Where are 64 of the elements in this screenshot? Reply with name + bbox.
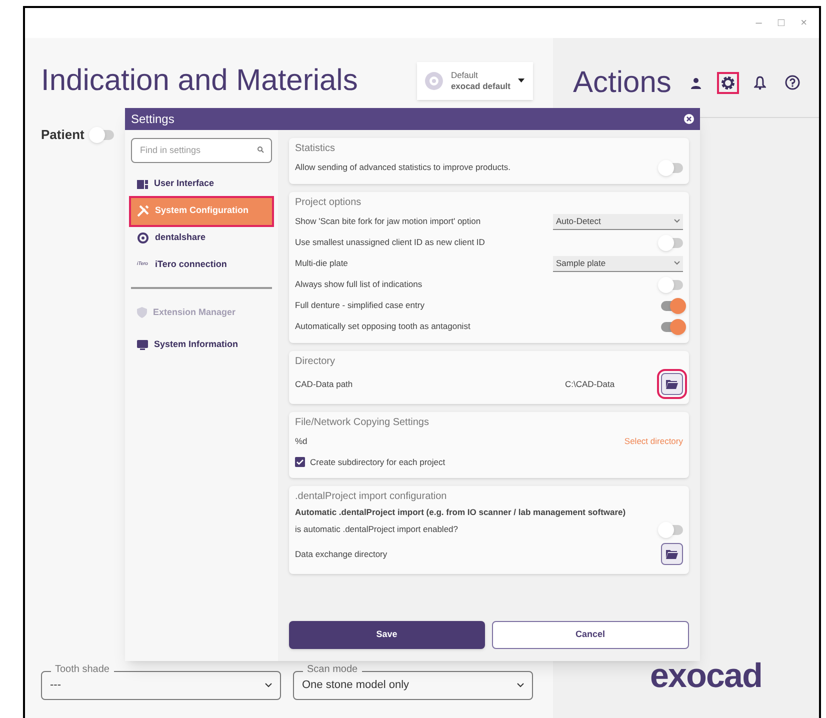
chevron-icon [517,683,524,688]
save-button[interactable]: Save [289,621,484,649]
chevron-icon [674,261,680,265]
setting-label: Create subdirectory for each project [310,456,446,468]
toggle-switch[interactable] [661,280,683,290]
shield-icon [137,307,147,318]
logo: exocad [650,656,762,697]
nav-item[interactable]: dentalshare [131,224,272,252]
toggle-switch[interactable] [661,322,683,332]
setting-label: Automatic .dentalProject import (e.g. from IO scanner / lab management software) [295,506,626,518]
toggle-switch[interactable] [661,300,683,310]
search-icon [257,146,264,153]
path-value: C:\CAD-Data [565,378,616,390]
settings-icon [720,74,736,90]
toggle-switch[interactable] [661,162,683,172]
profile-dropdown[interactable]: Default exocad default [417,62,533,100]
toggle-switch[interactable] [661,238,683,248]
check-icon [296,459,304,465]
nav-item[interactable]: System Information [131,328,272,360]
toggle-switch[interactable] [661,524,683,534]
setting-label: Automatically set opposing tooth as antagonist [295,320,470,333]
field-value: One stone model only [302,678,410,694]
page-title: Indication and Materials [41,63,359,99]
layout-icon [137,180,148,188]
toolbar-button[interactable] [717,72,739,94]
select-field[interactable]: Auto-Detect [553,214,683,230]
chevron-icon [674,219,680,223]
section-title: .dentalProject import configuration [295,490,448,504]
setting-label: is automatic .dentalProject import enabled? [295,523,458,536]
checkbox[interactable] [295,457,305,467]
select-field[interactable]: Sample plate [553,256,683,272]
section-title: File/Network Copying Settings [295,416,430,430]
chevron-icon [265,683,272,688]
folder-icon [666,549,678,559]
caret-icon [518,78,525,83]
actions-title: Actions [573,65,672,101]
toggle-switch[interactable] [92,130,114,140]
folder-icon [666,379,678,389]
setting-label: Data exchange directory [295,548,388,560]
setting-label: Show 'Scan bite fork for jaw motion import' option [295,215,481,228]
setting-label: Always show full list of indications [295,278,422,291]
section-title: Statistics [295,142,336,156]
close-icon[interactable] [684,114,694,124]
setting-label: CAD-Data path [295,378,353,390]
profile-name: Default [450,70,479,80]
section-title: Directory [295,355,336,369]
setting-label: Full denture - simplified case entry [295,299,424,312]
folder-button[interactable] [661,543,683,565]
section-title: Project options [295,196,362,210]
search-field[interactable]: Find in settings [131,138,272,162]
person-icon [690,76,702,88]
dialog-title: Settings [131,111,174,128]
profile-subtitle: exocad default [450,80,510,92]
patient-label: Patient [41,126,84,144]
nav-item[interactable]: User Interface [131,170,272,198]
help-icon [784,75,800,90]
setting-label: Allow sending of advanced statistics to improve products. [295,161,510,174]
cancel-button[interactable]: Cancel [492,621,689,649]
field-value: --- [50,678,61,694]
setting-label: Multi-die plate [295,257,348,270]
bell-icon [754,76,766,90]
setting-label: %d [295,435,308,448]
setting-label: Use smallest unassigned client ID as new client ID [295,236,485,249]
monitor-icon [137,340,148,350]
